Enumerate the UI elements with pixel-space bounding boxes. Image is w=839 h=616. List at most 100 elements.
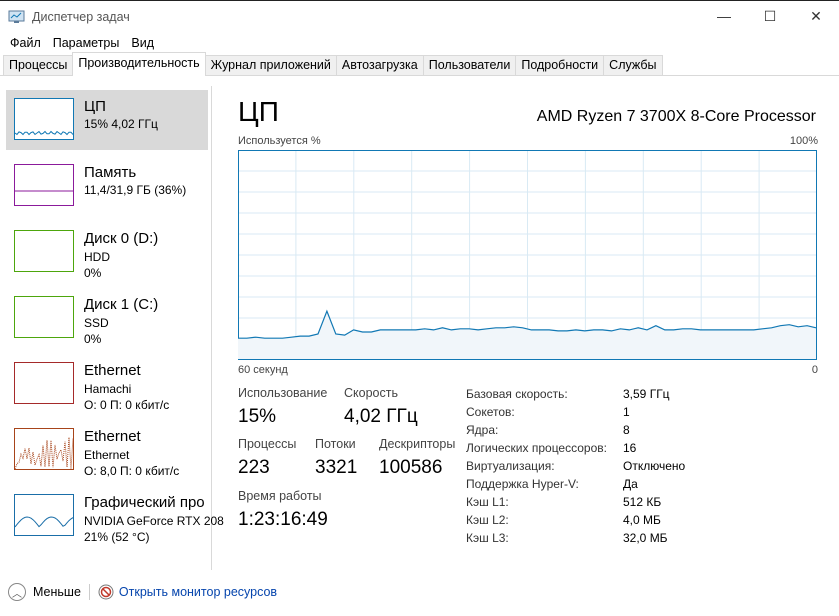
footer: ︿ Меньше Открыть монитор ресурсов xyxy=(0,578,277,606)
sidebar-item-subtitle: Hamachi xyxy=(84,382,132,396)
detail-value: 32,0 МБ xyxy=(623,531,668,545)
sparkline-thumbnail xyxy=(14,362,74,404)
sidebar-item-title: Память xyxy=(84,164,137,181)
sidebar-item-subtitle: NVIDIA GeForce RTX 208 xyxy=(84,514,224,528)
sparkline-thumbnail xyxy=(14,98,74,140)
title-bar: Диспетчер задач — ☐ ✕ xyxy=(0,0,839,32)
sidebar-item-title: ЦП xyxy=(84,98,106,115)
resource-sidebar: ЦП 15% 4,02 ГГц Память 11,4/31,9 ГБ (36%… xyxy=(0,86,224,570)
task-manager-icon xyxy=(8,10,25,23)
threads-value: 3321 xyxy=(315,457,358,478)
tab-users[interactable]: Пользователи xyxy=(422,55,517,75)
sparkline-thumbnail xyxy=(14,494,74,536)
y-axis-max: 100% xyxy=(789,135,818,147)
cpu-usage-graph xyxy=(238,150,817,360)
sidebar-item-subtitle: SSD xyxy=(84,316,109,330)
detail-value: 4,0 МБ xyxy=(623,513,661,527)
tab-processes[interactable]: Процессы xyxy=(3,55,74,75)
sidebar-item[interactable]: ЦП 15% 4,02 ГГц xyxy=(6,90,208,150)
sidebar-item[interactable]: Графический про NVIDIA GeForce RTX 208 2… xyxy=(6,486,224,546)
detail-value: 16 xyxy=(623,441,637,455)
sidebar-item-title: Ethernet xyxy=(84,428,141,445)
processes-label: Процессы xyxy=(238,437,297,451)
sparkline xyxy=(14,437,74,470)
minimize-button[interactable]: — xyxy=(701,0,747,32)
detail-row: Логических процессоров: 16 xyxy=(466,441,685,459)
detail-key: Кэш L1: xyxy=(466,495,509,509)
detail-value: 512 КБ xyxy=(623,495,662,509)
sidebar-item-subtitle: HDD xyxy=(84,250,110,264)
sidebar-item[interactable]: Диск 0 (D:) HDD 0% xyxy=(6,222,208,282)
sidebar-item[interactable]: Память 11,4/31,9 ГБ (36%) xyxy=(6,156,208,216)
cpu-name: AMD Ryzen 7 3700X 8-Core Processor xyxy=(536,108,816,125)
menu-options[interactable]: Параметры xyxy=(47,36,126,50)
detail-value: 8 xyxy=(623,423,630,437)
tab-services[interactable]: Службы xyxy=(603,55,663,75)
menu-view[interactable]: Вид xyxy=(125,36,160,50)
fewer-details-button[interactable]: Меньше xyxy=(33,585,81,599)
usage-label: Использование xyxy=(238,386,328,400)
sidebar-item-value: 0% xyxy=(84,332,102,346)
tab-app-history[interactable]: Журнал приложений xyxy=(204,55,337,75)
y-axis-label: Используется % xyxy=(238,135,321,147)
usage-value: 15% xyxy=(238,406,277,427)
detail-key: Кэш L2: xyxy=(466,513,509,527)
sidebar-item-subtitle: Ethernet xyxy=(84,448,130,462)
uptime-value: 1:23:16:49 xyxy=(238,509,328,530)
sidebar-item-value: 21% (52 °C) xyxy=(84,530,150,544)
cpu-details: Базовая скорость: 3,59 ГГц Сокетов: 1 Ядра: 8… xyxy=(466,387,685,549)
window-title: Диспетчер задач xyxy=(32,9,130,24)
detail-row: Кэш L1: 512 КБ xyxy=(466,495,685,513)
menu-file[interactable]: Файл xyxy=(4,36,47,50)
detail-row: Ядра: 8 xyxy=(466,423,685,441)
menu-bar: Файл Параметры Вид xyxy=(0,32,839,54)
detail-key: Базовая скорость: xyxy=(466,387,568,401)
sparkline xyxy=(14,130,74,136)
open-resource-monitor-link[interactable]: Открыть монитор ресурсов xyxy=(119,585,277,599)
x-axis-right: 0 xyxy=(811,364,818,376)
sidebar-item[interactable]: Ethernet Hamachi О: 0 П: 0 кбит/с xyxy=(6,354,208,414)
uptime-label: Время работы xyxy=(238,489,322,503)
detail-row: Виртуализация: Отключено xyxy=(466,459,685,477)
sidebar-item-title: Диск 1 (C:) xyxy=(84,296,159,313)
detail-key: Кэш L3: xyxy=(466,531,509,545)
detail-row: Кэш L3: 32,0 МБ xyxy=(466,531,685,549)
maximize-button[interactable]: ☐ xyxy=(747,0,793,32)
tab-startup[interactable]: Автозагрузка xyxy=(335,55,424,75)
sparkline-thumbnail xyxy=(14,296,74,338)
detail-row: Сокетов: 1 xyxy=(466,405,685,423)
processes-value: 223 xyxy=(238,457,270,478)
sidebar-item[interactable]: Ethernet Ethernet О: 8,0 П: 0 кбит/с xyxy=(6,420,208,480)
resource-monitor-icon xyxy=(98,584,114,600)
sidebar-item-value: О: 0 П: 0 кбит/с xyxy=(84,398,170,412)
tab-performance[interactable]: Производительность xyxy=(72,52,206,76)
sidebar-item-title: Диск 0 (D:) xyxy=(84,230,159,247)
detail-value: 3,59 ГГц xyxy=(623,387,670,401)
sidebar-item-value: 0% xyxy=(84,266,102,280)
handles-label: Дескрипторы xyxy=(379,437,456,451)
sidebar-item-subtitle: 11,4/31,9 ГБ (36%) xyxy=(84,183,187,197)
detail-key: Сокетов: xyxy=(466,405,515,419)
detail-key: Логических процессоров: xyxy=(466,441,607,455)
sparkline xyxy=(14,516,74,528)
sidebar-item[interactable]: Диск 1 (C:) SSD 0% xyxy=(6,288,208,348)
threads-label: Потоки xyxy=(315,437,356,451)
tab-details[interactable]: Подробности xyxy=(515,55,605,75)
x-axis-left: 60 секунд xyxy=(238,364,288,376)
sidebar-item-title: Графический про xyxy=(84,494,205,511)
sparkline-thumbnail xyxy=(14,230,74,272)
detail-key: Виртуализация: xyxy=(466,459,555,473)
chevron-up-icon[interactable]: ︿ xyxy=(8,583,26,601)
page-title: ЦП xyxy=(238,96,279,127)
detail-value: Отключено xyxy=(623,459,686,473)
tab-bar: Процессы Производительность Журнал прило… xyxy=(0,52,839,76)
speed-label: Скорость xyxy=(344,386,398,400)
sidebar-item-subtitle: 15% 4,02 ГГц xyxy=(84,117,158,131)
sparkline xyxy=(15,190,73,192)
detail-key: Поддержка Hyper-V: xyxy=(466,477,579,491)
detail-row: Поддержка Hyper-V: Да xyxy=(466,477,685,495)
detail-value: Да xyxy=(623,477,638,491)
sidebar-item-title: Ethernet xyxy=(84,362,141,379)
divider xyxy=(88,584,90,600)
close-button[interactable]: ✕ xyxy=(793,0,839,32)
